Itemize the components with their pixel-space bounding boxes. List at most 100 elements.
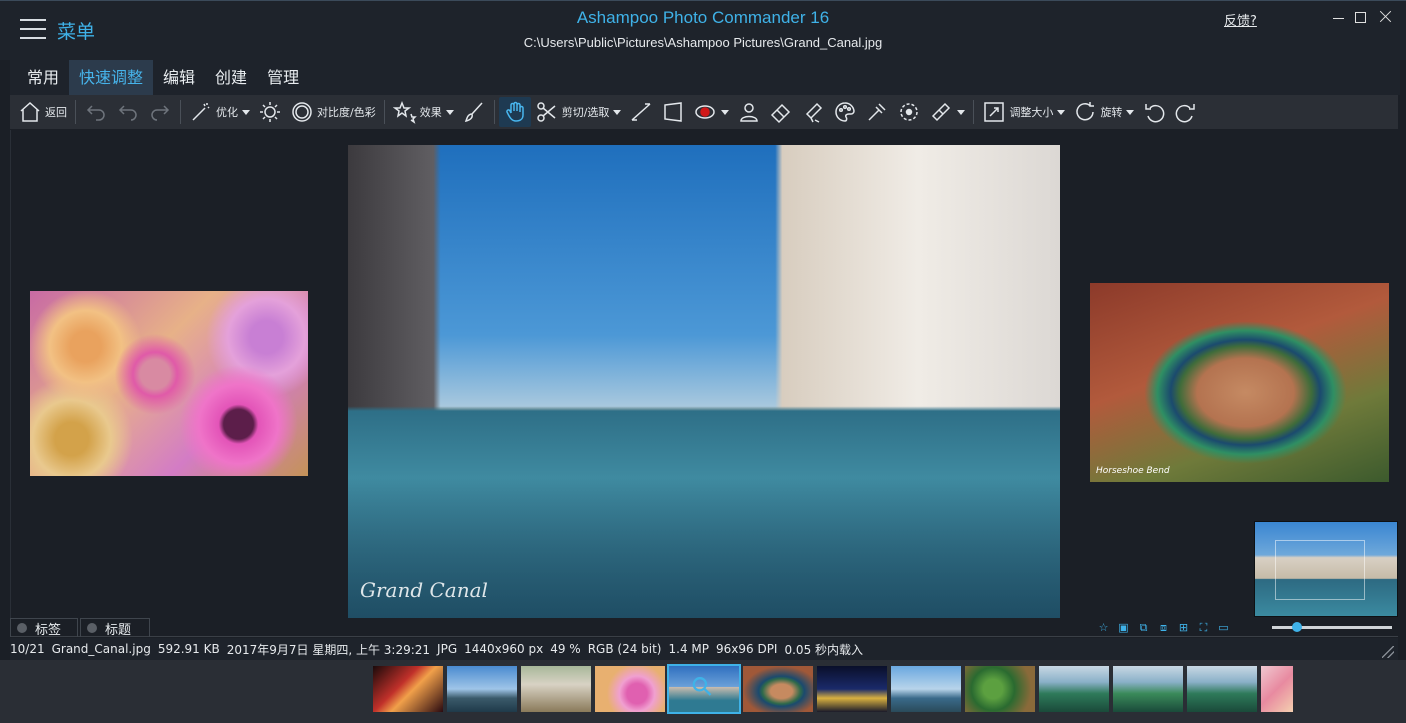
- tags-label: 标签: [35, 622, 62, 638]
- toolbar: 返回 优化 对比度/色彩 效果 剪切/选取 调整大小 旋转: [10, 95, 1398, 129]
- maximize-icon[interactable]: [1355, 12, 1366, 23]
- image-icon[interactable]: ▣: [1115, 621, 1132, 635]
- thumbnail[interactable]: [595, 666, 665, 712]
- status-filename: Grand_Canal.jpg: [51, 642, 151, 656]
- thumbnail[interactable]: [1113, 666, 1183, 712]
- canyon-watermark: Horseshoe Bend: [1096, 466, 1170, 476]
- star-icon[interactable]: ☆: [1095, 621, 1112, 635]
- brush-button[interactable]: [458, 97, 490, 127]
- hand-tool-button[interactable]: [498, 97, 531, 127]
- zoom-slider-thumb[interactable]: [1292, 622, 1302, 632]
- dropper-button[interactable]: [861, 97, 893, 127]
- separator: [75, 100, 76, 124]
- resize-grip-icon[interactable]: [1382, 646, 1394, 658]
- tab-create[interactable]: 创建: [205, 60, 257, 95]
- thumbnail-selected[interactable]: [667, 664, 741, 714]
- monitor-icon[interactable]: ▭: [1215, 621, 1232, 635]
- rotate-left-button[interactable]: [1138, 97, 1170, 127]
- title-tab[interactable]: 标题: [80, 618, 150, 638]
- thumbnail[interactable]: [373, 666, 443, 712]
- tab-common[interactable]: 常用: [17, 60, 69, 95]
- rotate-button[interactable]: 旋转: [1069, 97, 1138, 127]
- focus-icon: [900, 103, 919, 121]
- contrast-label: 对比度/色彩: [317, 106, 376, 119]
- thumbnail[interactable]: [521, 666, 591, 712]
- redo-button[interactable]: [144, 97, 176, 127]
- feedback-link[interactable]: 反馈?: [1224, 10, 1257, 29]
- separator: [180, 100, 181, 124]
- fullscreen-icon[interactable]: ⛶: [1195, 621, 1212, 635]
- fit-icon[interactable]: ⊞: [1175, 621, 1192, 635]
- focus-button[interactable]: [893, 97, 925, 127]
- status-format: JPG: [437, 642, 458, 656]
- crop-select-button[interactable]: 剪切/选取: [531, 97, 626, 127]
- portrait-icon: [740, 103, 759, 122]
- thumbnail[interactable]: [447, 666, 517, 712]
- panel-strip: 标签 标题 ☆ ▣ ⧉ ⧈ ⊞ ⛶ ▭: [10, 618, 1398, 638]
- compare-icon[interactable]: ⧈: [1155, 621, 1172, 635]
- rotate-left-icon: [1145, 104, 1165, 123]
- perspective-button[interactable]: [657, 97, 689, 127]
- clone-stamp-icon: [806, 102, 823, 123]
- separator: [973, 100, 975, 124]
- zoom-slider[interactable]: [1272, 622, 1392, 632]
- navigator-preview[interactable]: [1254, 521, 1398, 617]
- status-color: RGB (24 bit): [587, 642, 662, 656]
- crop-icon[interactable]: ⧉: [1135, 621, 1152, 635]
- effects-button[interactable]: 效果: [389, 97, 458, 127]
- tags-dot-icon: [17, 623, 27, 633]
- thumbnail[interactable]: [891, 666, 961, 712]
- home-icon: [20, 101, 40, 122]
- status-bar: 10/21 Grand_Canal.jpg 592.91 KB 2017年9月7…: [10, 638, 1398, 660]
- effects-label: 效果: [419, 106, 442, 119]
- close-icon[interactable]: [1379, 10, 1393, 24]
- thumbnail[interactable]: [817, 666, 887, 712]
- red-eye-button[interactable]: [689, 97, 733, 127]
- current-image[interactable]: Grand Canal: [348, 145, 1060, 620]
- previous-image[interactable]: [30, 291, 308, 476]
- back-button[interactable]: 返回: [14, 97, 71, 127]
- undo-all-button[interactable]: [80, 97, 112, 127]
- chevron-down-icon: [1057, 109, 1066, 115]
- status-megapixels: 1.4 MP: [668, 642, 710, 656]
- thumbnail[interactable]: [1261, 666, 1293, 712]
- crop-label: 剪切/选取: [561, 106, 610, 119]
- title-label: 标题: [105, 622, 132, 638]
- bandage-icon: [932, 102, 951, 122]
- brush-icon: [464, 102, 483, 123]
- navigator-viewport[interactable]: [1275, 540, 1365, 600]
- minimize-icon[interactable]: [1332, 10, 1346, 24]
- straighten-button[interactable]: [625, 97, 657, 127]
- thumbnail[interactable]: [1039, 666, 1109, 712]
- app-title: Ashampoo Photo Commander 16: [576, 8, 830, 27]
- thumbnail[interactable]: [1187, 666, 1257, 712]
- bandage-button[interactable]: [925, 97, 969, 127]
- clone-button[interactable]: [797, 97, 829, 127]
- optimize-button[interactable]: 优化: [185, 97, 254, 127]
- rotate-right-button[interactable]: [1170, 97, 1202, 127]
- brightness-button[interactable]: [254, 97, 286, 127]
- rotate-icon: [1076, 102, 1095, 121]
- tab-edit[interactable]: 编辑: [153, 60, 205, 95]
- tags-tab[interactable]: 标签: [10, 618, 78, 638]
- next-image[interactable]: Horseshoe Bend: [1090, 283, 1389, 482]
- scissors-icon: [536, 102, 556, 122]
- undo-button[interactable]: [112, 97, 144, 127]
- rotate-right-icon: [1176, 104, 1196, 123]
- thumbnail[interactable]: [965, 666, 1035, 712]
- status-date: 2017年9月7日 星期四, 上午 3:29:21: [226, 642, 431, 657]
- dropper-icon: [868, 103, 886, 121]
- eraser-button[interactable]: [765, 97, 797, 127]
- contrast-color-button[interactable]: 对比度/色彩: [286, 97, 380, 127]
- palette-button[interactable]: [829, 97, 861, 127]
- title-bar: 菜单 Ashampoo Photo Commander 16 C:\Users\…: [0, 0, 1406, 60]
- image-watermark: Grand Canal: [360, 578, 488, 602]
- thumbnail[interactable]: [743, 666, 813, 712]
- resize-button[interactable]: 调整大小: [978, 97, 1069, 127]
- chevron-down-icon: [242, 109, 250, 115]
- title-dot-icon: [87, 623, 97, 633]
- portrait-button[interactable]: [733, 97, 765, 127]
- tab-quick-adjust[interactable]: 快速调整: [69, 60, 154, 95]
- tab-manage[interactable]: 管理: [257, 60, 309, 95]
- status-load-time: 0.05 秒内载入: [784, 642, 864, 657]
